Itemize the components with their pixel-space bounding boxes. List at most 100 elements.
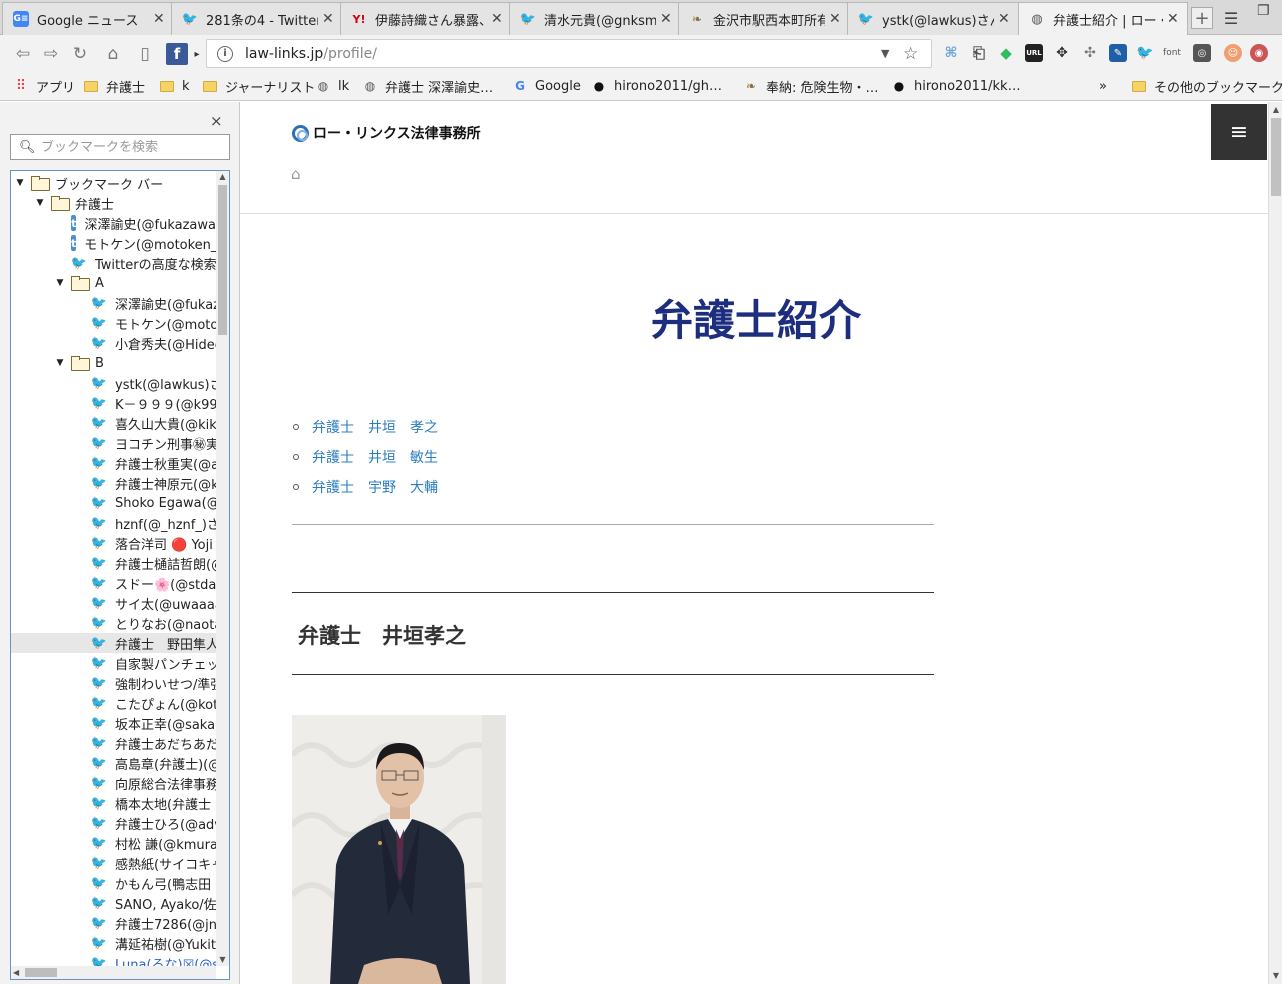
bookmark-apps[interactable]: ⠿ アプリ <box>14 77 75 96</box>
page-vertical-scrollbar[interactable]: ▲ ▼ <box>1268 102 1282 984</box>
address-url[interactable]: law-links.jp/profile/ <box>245 46 881 62</box>
edit-box-icon[interactable]: ✎ <box>1109 44 1127 62</box>
profile-avatar-icon[interactable]: ☺ <box>1224 44 1242 62</box>
bookmark-row[interactable]: 🐦 K－９９９(@k99 <box>11 393 216 413</box>
expand-triangle-icon[interactable]: ▼ <box>55 278 65 288</box>
close-tab-icon[interactable]: ✕ <box>322 11 336 27</box>
bookmark-row[interactable]: 🐦 落合洋司 🔴 Yoji O <box>11 533 216 553</box>
lawyer-link[interactable]: 弁護士 井垣 敏生 <box>312 447 438 467</box>
bookmark-row[interactable]: 🐦 ystk(@lawkus)さん <box>11 373 216 393</box>
bookmark-row[interactable]: 🐦 自家製パンチェッタ <box>11 653 216 673</box>
bookmark-row[interactable]: 🐦 弁護士 野田隼人 <box>11 633 216 653</box>
overflow-arrow-icon[interactable]: ▸ <box>192 43 202 65</box>
bookmark-search-input[interactable] <box>41 139 221 155</box>
close-tab-icon[interactable]: ✕ <box>1167 11 1181 27</box>
bookmark-github-gh[interactable]: ● hirono2011/gh… <box>592 77 722 95</box>
bookmark-manager-icon[interactable]: ▯ <box>134 43 156 65</box>
tab-kanazawa[interactable]: ❧ 金沢市駅西本町所有 ✕ <box>678 2 850 35</box>
new-tab-button[interactable]: + <box>1191 7 1213 29</box>
bookmark-row[interactable]: 🐦 かもん弓(鴨志田 <box>11 873 216 893</box>
scroll-up-arrow-icon[interactable]: ▲ <box>216 171 229 183</box>
bookmark-row[interactable]: 🐦 弁護士樋詰哲朗(@ <box>11 553 216 573</box>
facebook-icon[interactable]: f <box>166 43 188 65</box>
tab-law-links-profile[interactable]: ◍ 弁護士紹介 | ロー・リ ✕ <box>1018 2 1188 35</box>
expand-triangle-icon[interactable]: ▼ <box>15 178 25 188</box>
close-tab-icon[interactable]: ✕ <box>660 11 674 27</box>
bookmark-row[interactable]: 🐦 SANO, Ayako/佐 <box>11 893 216 913</box>
hamburger-menu-button[interactable]: ≡ <box>1211 104 1267 160</box>
lawyer-link[interactable]: 弁護士 宇野 大輔 <box>312 477 438 497</box>
tab-yahoo-news[interactable]: Y! 伊藤詩織さん暴露、 ✕ <box>340 2 512 35</box>
close-tab-icon[interactable]: ✕ <box>829 11 843 27</box>
ring-icon[interactable]: ◎ <box>1193 44 1211 62</box>
window-restore-icon[interactable]: ❐ <box>1257 3 1275 19</box>
bookmark-row[interactable]: 🐦 溝延祐樹(@Yukit <box>11 933 216 953</box>
site-info-icon[interactable]: i <box>217 45 233 62</box>
bookmark-fukazawa[interactable]: ◍ 弁護士 深澤諭史… <box>363 77 493 96</box>
forward-arrow-icon[interactable]: ⇨ <box>40 43 62 65</box>
bookmark-row[interactable]: 🐦 橋本太地(弁護士 <box>11 793 216 813</box>
bookmark-row[interactable]: 🐦 サイ太(@uwaaaa) <box>11 593 216 613</box>
bookmark-star-icon[interactable]: ☆ <box>903 44 921 64</box>
bookmark-tree[interactable]: ▼ ブックマーク バー ▼ 弁護士 t 深澤諭史(@fukazawa t モトケン(@moto… <box>10 170 230 980</box>
scroll-down-arrow-icon[interactable]: ▼ <box>1269 970 1282 982</box>
bookmark-row[interactable]: 🐦 喜久山大貴(@kik <box>11 413 216 433</box>
site-logo[interactable]: ロー・リンクス法律事務所 <box>292 123 481 143</box>
tree-vertical-scrollbar[interactable]: ▲ ▼ <box>216 171 229 966</box>
bookmark-row[interactable]: 🐦 向原総合法律事務 <box>11 773 216 793</box>
bookmark-hounou[interactable]: ❧ 奉納: 危険生物・… <box>744 77 879 96</box>
scroll-down-arrow-icon[interactable]: ▼ <box>216 954 229 966</box>
tab-twitter-lawkus[interactable]: 🐦 ystk(@lawkus)さん ✕ <box>847 2 1019 35</box>
extension-avatar-icon[interactable]: ◉ <box>1250 44 1268 62</box>
bookmark-folder-lawyer[interactable]: 弁護士 <box>84 77 145 96</box>
tab-twitter-search[interactable]: 🐦 281条の4 - Twitter ✕ <box>171 2 343 35</box>
scroll-up-arrow-icon[interactable]: ▲ <box>1269 104 1282 116</box>
bookmark-folder-row[interactable]: ▼ B <box>11 353 216 373</box>
back-arrow-icon[interactable]: ⇦ <box>12 43 34 65</box>
bookmark-row[interactable]: 🐦 弁護士あだちあだ <box>11 733 216 753</box>
bookmark-search-box[interactable]: 🔍︎ <box>10 134 230 160</box>
puzzle-icon[interactable]: ✣ <box>1081 44 1099 62</box>
home-icon[interactable]: ⌂ <box>291 165 301 183</box>
bookmark-row[interactable]: 🐦 村松 謙(@kmuran <box>11 833 216 853</box>
tab-twitter-gnksm[interactable]: 🐦 清水元貴(@gnksm ✕ <box>509 2 681 35</box>
bookmark-row[interactable]: 🐦 hznf(@_hznf_)さん <box>11 513 216 533</box>
bookmark-row[interactable]: 🐦 ヨコチン刑事㊙実 <box>11 433 216 453</box>
bookmark-row[interactable]: 🐦 高島章(弁護士)(@ <box>11 753 216 773</box>
bookmarks-overflow-button[interactable]: » <box>1099 77 1107 95</box>
bookmark-folder-row[interactable]: ▼ 弁護士 <box>11 193 216 213</box>
bookmark-row[interactable]: 🐦 感熱紙(サイコキャ <box>11 853 216 873</box>
twitter-icon[interactable]: 🐦 <box>1136 44 1154 62</box>
bookmark-google[interactable]: G Google <box>513 77 581 95</box>
omnibox-dropdown-icon[interactable]: ▼ <box>881 47 895 60</box>
scrollbar-thumb[interactable] <box>218 185 227 335</box>
evernote-icon[interactable]: ◆ <box>997 44 1015 62</box>
scrollbar-thumb[interactable] <box>1271 118 1281 196</box>
bookmark-row[interactable]: t モトケン(@motoken_ <box>11 233 216 253</box>
binoculars-icon[interactable]: ⌘ <box>942 44 960 62</box>
bookmark-row[interactable]: 🐦 こたぴょん(@kota <box>11 693 216 713</box>
lawyer-link[interactable]: 弁護士 井垣 孝之 <box>312 417 438 437</box>
reload-icon[interactable]: ↻ <box>69 43 91 65</box>
close-tab-icon[interactable]: ✕ <box>491 11 505 27</box>
bookmark-row[interactable]: 🐦 弁護士7286(@jn <box>11 913 216 933</box>
bookmark-folder-journalist[interactable]: ジャーナリスト <box>203 77 315 96</box>
bookmark-row[interactable]: 🐦 坂本正幸(@sakam <box>11 713 216 733</box>
bookmark-row[interactable]: 🐦 強制わいせつ/準強 <box>11 673 216 693</box>
bookmark-lk[interactable]: ◍ lk <box>316 77 349 95</box>
close-tab-icon[interactable]: ✕ <box>153 11 167 27</box>
tab-google-news[interactable]: G≡ Google ニュース ✕ <box>2 2 174 35</box>
bookmark-row[interactable]: t 深澤諭史(@fukazawa <box>11 213 216 233</box>
bookmark-row[interactable]: 🐦 スドー🌸(@stdau <box>11 573 216 593</box>
bookmark-folder-k[interactable]: k <box>160 77 190 95</box>
bookmark-row[interactable]: 🐦 小倉秀夫(@Hideo <box>11 333 216 353</box>
bookmark-icon[interactable]: ⎗ <box>970 44 988 62</box>
url-shortener-icon[interactable]: URL <box>1025 44 1043 62</box>
bookmark-row[interactable]: 🐦 Twitterの高度な検索 <box>11 253 216 273</box>
bookmark-row[interactable]: 🐦 モトケン(@motoke <box>11 313 216 333</box>
bookmark-row[interactable]: 🐦 Luna(るな)☒(@s <box>11 953 216 967</box>
move-cross-icon[interactable]: ✥ <box>1053 44 1071 62</box>
bookmark-github-kk[interactable]: ● hirono2011/kk… <box>892 77 1021 95</box>
bookmark-row[interactable]: 🐦 とりなお(@naotar <box>11 613 216 633</box>
bookmark-folder-row[interactable]: ▼ ブックマーク バー <box>11 173 216 193</box>
